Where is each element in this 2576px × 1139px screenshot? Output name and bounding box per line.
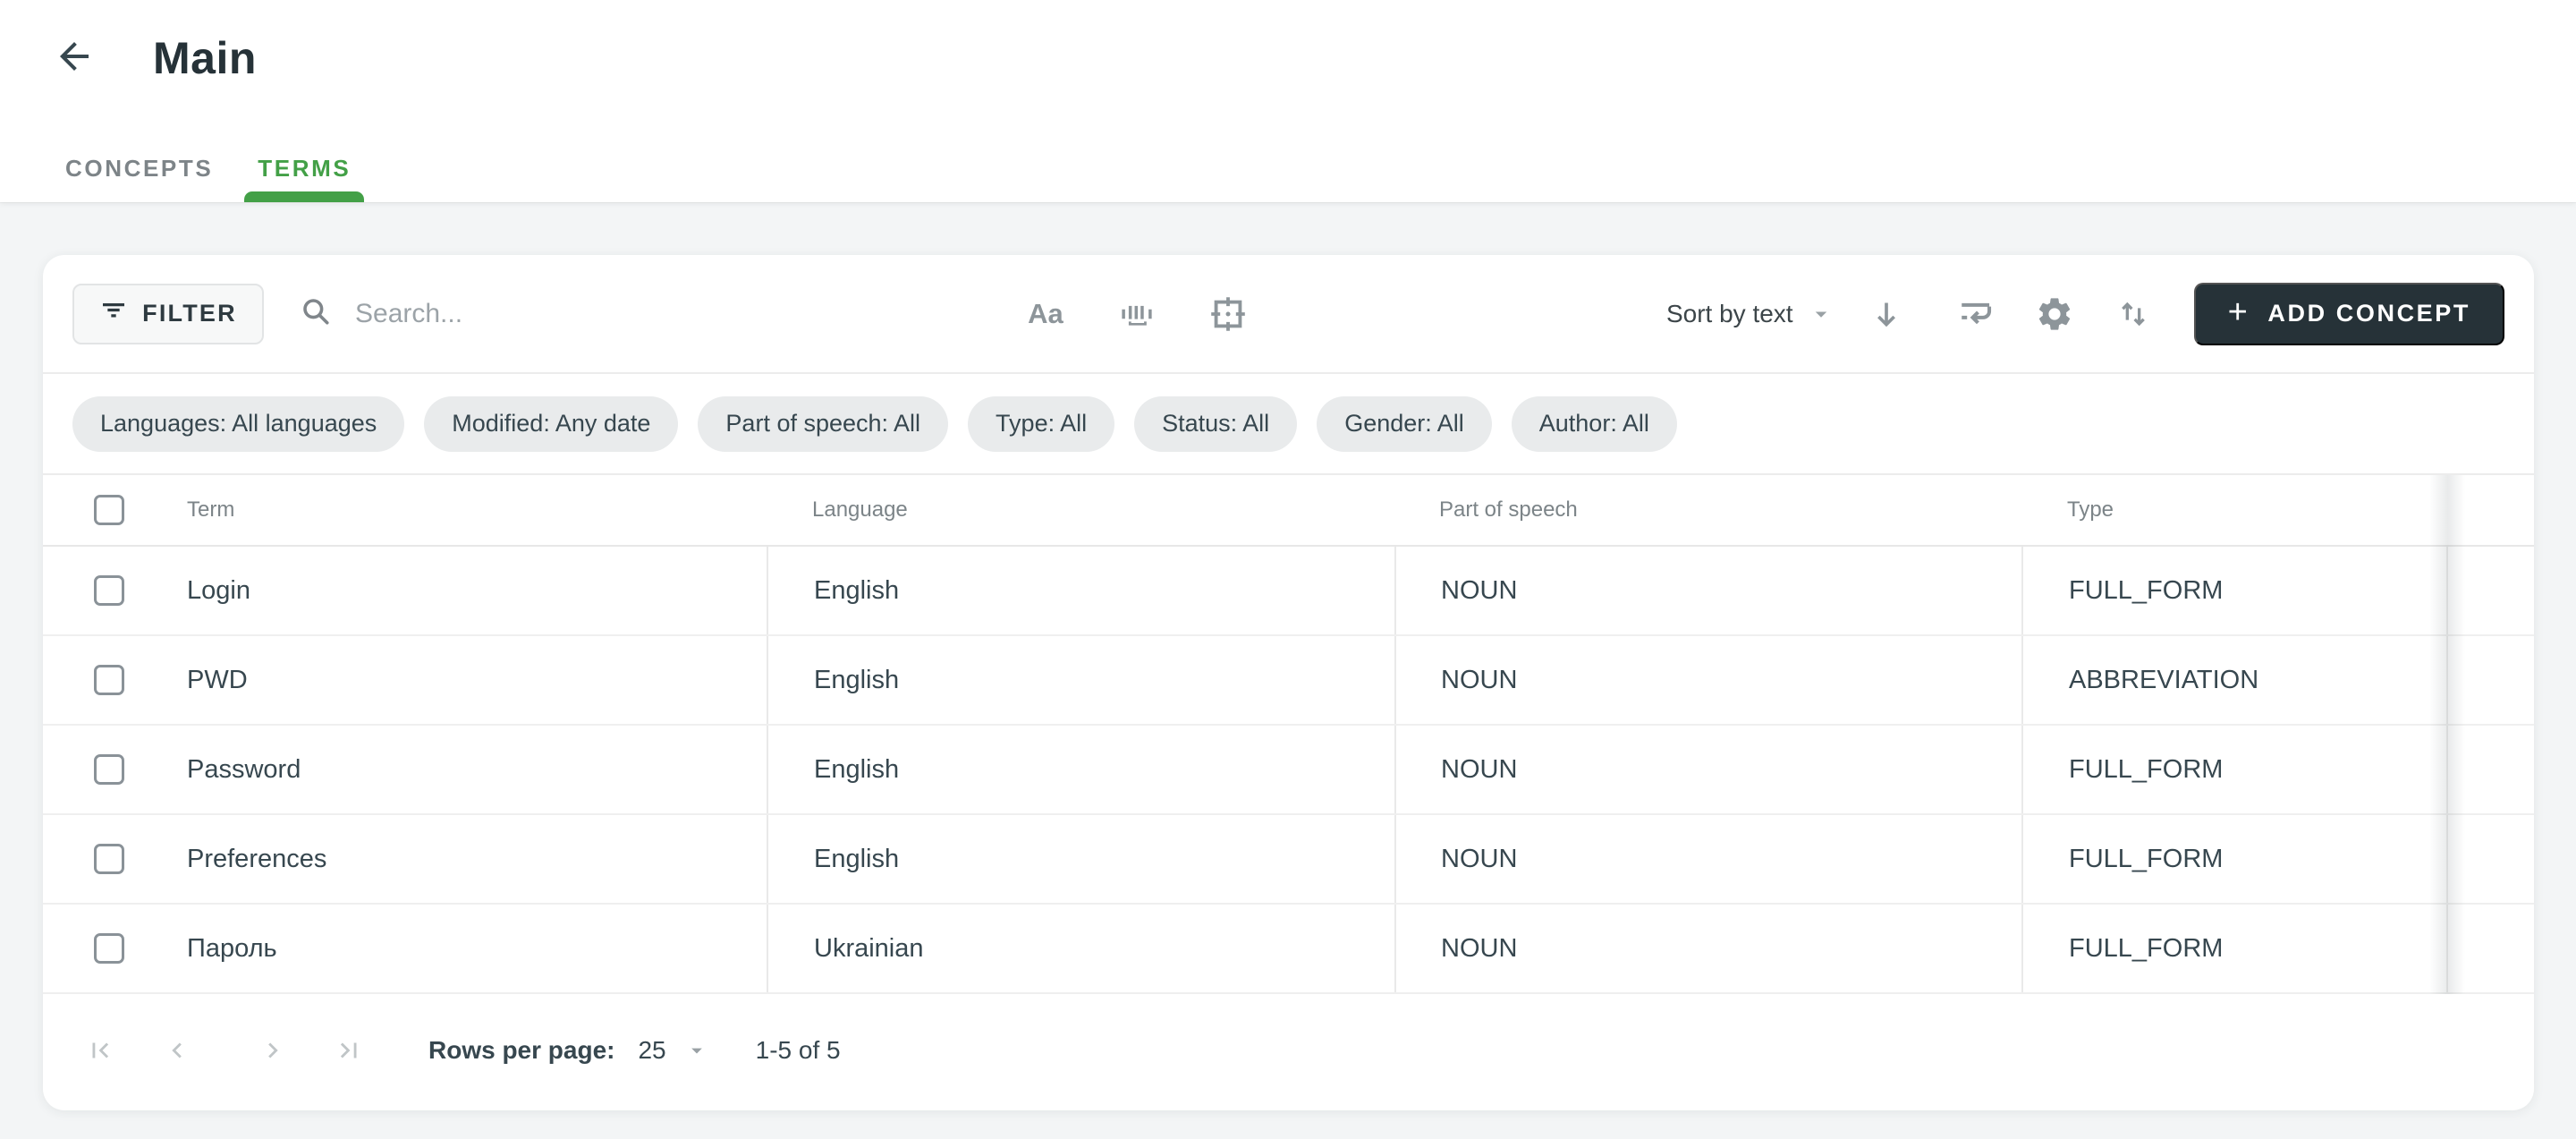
sort-direction-arrow-icon[interactable] xyxy=(1865,293,1908,336)
part-of-speech-cell: NOUN xyxy=(1394,905,2021,992)
filter-button[interactable]: FILTER xyxy=(72,284,264,344)
next-page-icon[interactable] xyxy=(258,1035,288,1066)
select-all-checkbox[interactable] xyxy=(94,495,124,525)
table-row[interactable]: Preferences English NOUN FULL_FORM xyxy=(43,815,2534,905)
add-concept-label: ADD CONCEPT xyxy=(2267,300,2470,327)
table-row[interactable]: Пароль Ukrainian NOUN FULL_FORM xyxy=(43,905,2534,994)
last-page-icon[interactable] xyxy=(334,1035,364,1066)
filter-button-label: FILTER xyxy=(142,300,237,327)
active-tab-indicator xyxy=(244,191,364,202)
tab-concepts[interactable]: CONCEPTS xyxy=(43,134,235,202)
toolbar: FILTER Aa xyxy=(43,255,2534,374)
tab-terms[interactable]: TERMS xyxy=(235,134,373,202)
tab-terms-label: TERMS xyxy=(258,155,351,183)
chip-author[interactable]: Author: All xyxy=(1512,396,1677,452)
pinned-cell xyxy=(2446,905,2534,992)
type-cell: ABBREVIATION xyxy=(2021,636,2446,724)
part-of-speech-cell: NOUN xyxy=(1394,726,2021,813)
search-icon xyxy=(300,295,332,332)
sort-by-label: Sort by text xyxy=(1666,300,1793,328)
wrap-text-icon[interactable] xyxy=(1954,293,1997,336)
language-cell: English xyxy=(767,726,1394,813)
pagination-range: 1-5 of 5 xyxy=(756,1036,841,1065)
language-cell: English xyxy=(767,815,1394,903)
term-cell: Login xyxy=(141,547,767,634)
table-row[interactable]: Login English NOUN FULL_FORM xyxy=(43,547,2534,636)
row-checkbox[interactable] xyxy=(94,754,124,785)
table-row[interactable]: PWD English NOUN ABBREVIATION xyxy=(43,636,2534,726)
column-header-language: Language xyxy=(767,497,1394,523)
language-cell: English xyxy=(767,547,1394,634)
term-cell: PWD xyxy=(141,636,767,724)
filter-chips-row: Languages: All languages Modified: Any d… xyxy=(43,374,2534,475)
column-header-term: Term xyxy=(141,497,767,523)
terms-card: FILTER Aa xyxy=(43,255,2534,1110)
type-cell: FULL_FORM xyxy=(2021,547,2446,634)
pinned-cell xyxy=(2446,815,2534,903)
chip-languages[interactable]: Languages: All languages xyxy=(72,396,404,452)
add-concept-button[interactable]: + ADD CONCEPT xyxy=(2194,283,2504,345)
chip-gender[interactable]: Gender: All xyxy=(1317,396,1492,452)
whole-word-barcode-icon[interactable] xyxy=(1115,293,1158,336)
part-of-speech-cell: NOUN xyxy=(1394,815,2021,903)
table-header-row: Term Language Part of speech Type xyxy=(43,475,2534,547)
terms-table: Term Language Part of speech Type Login … xyxy=(43,475,2534,994)
column-header-type: Type xyxy=(2021,497,2446,523)
chip-part-of-speech[interactable]: Part of speech: All xyxy=(698,396,948,452)
row-checkbox[interactable] xyxy=(94,933,124,964)
select-frame-icon[interactable] xyxy=(1207,293,1250,336)
rows-per-page-label: Rows per page: xyxy=(428,1036,614,1065)
term-cell: Пароль xyxy=(141,905,767,992)
app-header: Main CONCEPTS TERMS xyxy=(0,0,2576,202)
part-of-speech-cell: NOUN xyxy=(1394,636,2021,724)
terms-page: Main CONCEPTS TERMS FILTER xyxy=(0,0,2576,1139)
settings-gear-icon[interactable] xyxy=(2033,293,2076,336)
term-cell: Password xyxy=(141,726,767,813)
rows-per-page-caret-icon[interactable] xyxy=(684,1038,709,1063)
row-checkbox[interactable] xyxy=(94,665,124,695)
type-cell: FULL_FORM xyxy=(2021,726,2446,813)
chip-modified[interactable]: Modified: Any date xyxy=(424,396,678,452)
row-checkbox[interactable] xyxy=(94,575,124,606)
dropdown-caret-icon xyxy=(1808,301,1835,327)
sort-by-dropdown[interactable]: Sort by text xyxy=(1666,300,1835,328)
pinned-cell xyxy=(2446,636,2534,724)
row-checkbox[interactable] xyxy=(94,844,124,874)
select-all-cell xyxy=(43,495,141,525)
language-cell: Ukrainian xyxy=(767,905,1394,992)
pinned-cell xyxy=(2446,547,2534,634)
tab-concepts-label: CONCEPTS xyxy=(65,155,213,183)
search-input[interactable] xyxy=(355,299,1024,329)
table-row[interactable]: Password English NOUN FULL_FORM xyxy=(43,726,2534,815)
match-case-icon[interactable]: Aa xyxy=(1024,293,1067,336)
search-field xyxy=(300,295,1024,332)
language-cell: English xyxy=(767,636,1394,724)
filter-icon xyxy=(99,296,128,331)
term-cell: Preferences xyxy=(141,815,767,903)
title-row: Main xyxy=(0,0,2576,84)
chip-status[interactable]: Status: All xyxy=(1134,396,1297,452)
pagination-bar: Rows per page: 25 1-5 of 5 xyxy=(43,994,2534,1107)
import-export-arrows-icon[interactable] xyxy=(2112,293,2155,336)
part-of-speech-cell: NOUN xyxy=(1394,547,2021,634)
back-button[interactable] xyxy=(51,35,97,81)
rows-per-page-value[interactable]: 25 xyxy=(638,1036,665,1065)
first-page-icon[interactable] xyxy=(85,1035,115,1066)
tabs: CONCEPTS TERMS xyxy=(43,134,373,202)
column-header-part-of-speech: Part of speech xyxy=(1394,497,2021,523)
pinned-cell xyxy=(2446,726,2534,813)
chip-type[interactable]: Type: All xyxy=(968,396,1114,452)
page-title: Main xyxy=(153,32,257,84)
table-action-icons xyxy=(1954,293,2155,336)
previous-page-icon[interactable] xyxy=(162,1035,192,1066)
search-option-icons: Aa xyxy=(1024,293,1250,336)
type-cell: FULL_FORM xyxy=(2021,815,2446,903)
type-cell: FULL_FORM xyxy=(2021,905,2446,992)
arrow-back-icon xyxy=(53,35,96,82)
